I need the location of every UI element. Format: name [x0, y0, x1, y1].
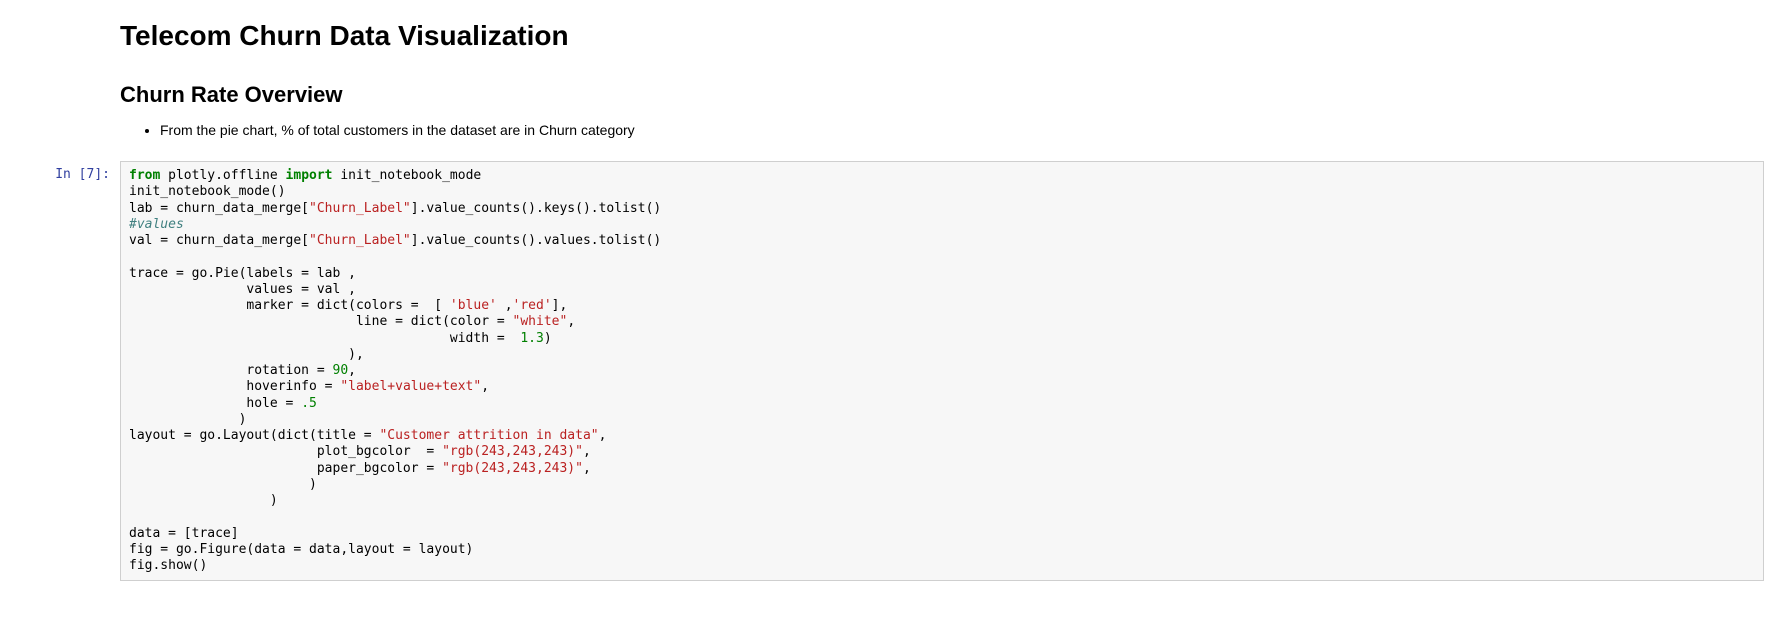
- code-text: init_notebook_mode(): [129, 184, 286, 199]
- string: "Churn_Label": [309, 201, 411, 216]
- string: "rgb(243,243,243)": [442, 461, 583, 476]
- code-text: hoverinfo =: [129, 379, 340, 394]
- page-title: Telecom Churn Data Visualization: [120, 20, 1664, 52]
- keyword: import: [286, 168, 333, 183]
- code-text: width =: [129, 331, 520, 346]
- code-text: fig = go.Figure(data = data,layout = lay…: [129, 542, 473, 557]
- string: 'blue': [450, 298, 497, 313]
- code-text: ,: [599, 428, 607, 443]
- code-text: trace = go.Pie(labels = lab ,: [129, 266, 356, 281]
- string: "label+value+text": [340, 379, 481, 394]
- code-text: values = val ,: [129, 282, 356, 297]
- code-text: layout = go.Layout(dict(title =: [129, 428, 379, 443]
- code-text: ): [129, 493, 278, 508]
- string: "rgb(243,243,243)": [442, 444, 583, 459]
- code-text: ].value_counts().values.tolist(): [411, 233, 661, 248]
- code-text: ].value_counts().keys().tolist(): [411, 201, 661, 216]
- list-item: From the pie chart, % of total customers…: [160, 120, 1664, 141]
- code-text: paper_bgcolor =: [129, 461, 442, 476]
- code-text: lab = churn_data_merge[: [129, 201, 309, 216]
- string: "white": [513, 314, 568, 329]
- number: .5: [301, 396, 317, 411]
- code-text: marker = dict(colors = [: [129, 298, 450, 313]
- code-text: ,: [497, 298, 513, 313]
- string: "Churn_Label": [309, 233, 411, 248]
- code-text: rotation =: [129, 363, 333, 378]
- notebook-container: Telecom Churn Data Visualization Churn R…: [0, 20, 1784, 581]
- input-prompt: In [7]:: [0, 161, 120, 581]
- section-title: Churn Rate Overview: [120, 82, 1664, 108]
- code-text: ): [544, 331, 552, 346]
- code-text: ,: [583, 444, 591, 459]
- number: 1.3: [520, 331, 543, 346]
- number: 90: [333, 363, 349, 378]
- markdown-cell: Telecom Churn Data Visualization Churn R…: [0, 20, 1784, 141]
- code-text: ,: [567, 314, 575, 329]
- code-text: plotly.offline: [160, 168, 285, 183]
- code-input-area[interactable]: from plotly.offline import init_notebook…: [120, 161, 1764, 581]
- bullet-list: From the pie chart, % of total customers…: [120, 120, 1664, 141]
- code-text: ): [129, 477, 317, 492]
- code-text: val = churn_data_merge[: [129, 233, 309, 248]
- code-text: ),: [129, 347, 364, 362]
- code-text: ,: [348, 363, 356, 378]
- string: "Customer attrition in data": [379, 428, 598, 443]
- code-text: ,: [583, 461, 591, 476]
- string: 'red': [513, 298, 552, 313]
- keyword: from: [129, 168, 160, 183]
- code-text: line = dict(color =: [129, 314, 513, 329]
- code-text: init_notebook_mode: [333, 168, 482, 183]
- code-text: ): [129, 412, 246, 427]
- code-text: data = [trace]: [129, 526, 239, 541]
- comment: #values: [129, 217, 184, 232]
- code-text: hole =: [129, 396, 301, 411]
- code-text: ,: [481, 379, 489, 394]
- code-text: fig.show(): [129, 558, 207, 573]
- code-text: ],: [552, 298, 568, 313]
- code-text: plot_bgcolor =: [129, 444, 442, 459]
- code-cell: In [7]: from plotly.offline import init_…: [0, 161, 1784, 581]
